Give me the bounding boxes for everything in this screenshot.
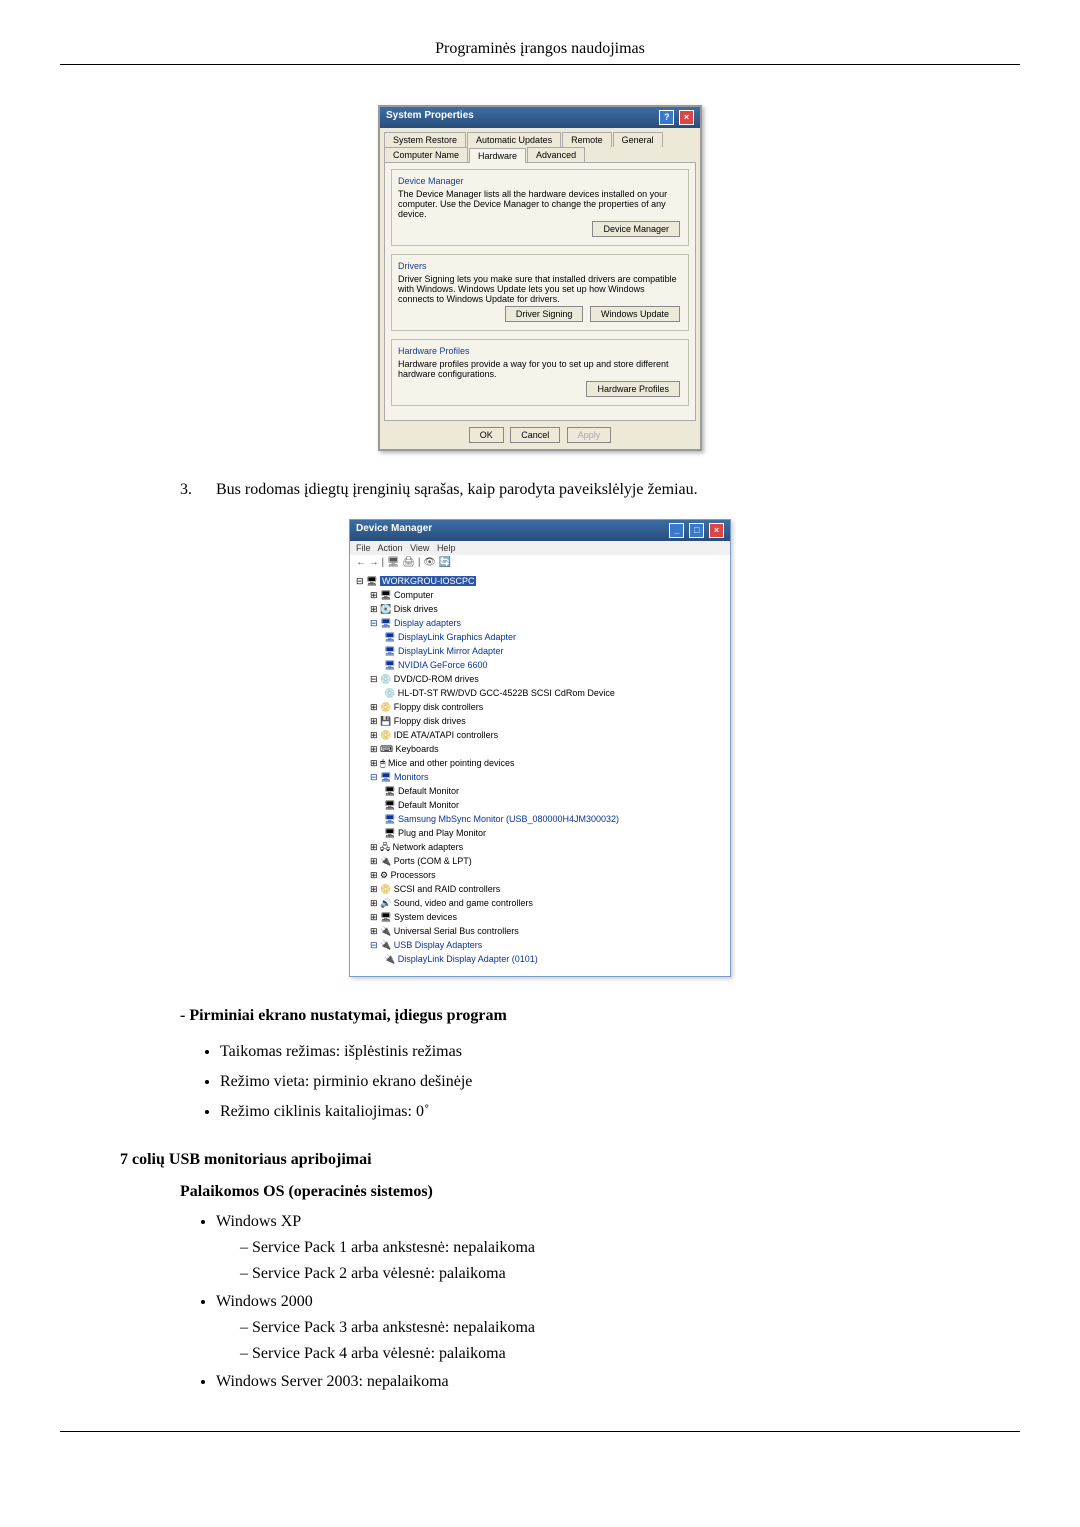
list-item: Režimo ciklinis kaitaliojimas: 0˚ (220, 1103, 1020, 1121)
tab-hardware[interactable]: Hardware (469, 148, 526, 163)
menu-file[interactable]: File (356, 543, 371, 553)
hardware-profiles-group: Hardware Profiles Hardware profiles prov… (391, 339, 689, 406)
page-header: Programinės įrangos naudojimas (60, 40, 1020, 65)
os-2000-sp4: – Service Pack 4 arba vėlesnė: palaikoma (240, 1345, 1020, 1363)
node-processors[interactable]: ⊞ ⚙ Processors (356, 868, 724, 882)
apply-button[interactable]: Apply (567, 427, 612, 443)
heading-supported-os: Palaikomos OS (operacinės sistemos) (180, 1183, 1020, 1201)
os-list: Windows XP – Service Pack 1 arba ankstes… (216, 1213, 1020, 1391)
node-samsung-monitor[interactable]: 🖥 Samsung MbSync Monitor (USB_080000H4JM… (356, 812, 724, 826)
initial-settings-list: Taikomas režimas: išplėstinis režimas Re… (220, 1043, 1020, 1121)
node-computer[interactable]: ⊞ 🖥 Computer (356, 588, 724, 602)
figure-system-properties: System Properties ? × System Restore Aut… (60, 105, 1020, 451)
node-floppy-drives[interactable]: ⊞ 💾 Floppy disk drives (356, 714, 724, 728)
figure-device-manager: Device Manager _ □ × File Action View He… (60, 519, 1020, 977)
cancel-button[interactable]: Cancel (510, 427, 560, 443)
os-xp: Windows XP – Service Pack 1 arba ankstes… (216, 1213, 1020, 1283)
node-sound[interactable]: ⊞ 🔊 Sound, video and game controllers (356, 896, 724, 910)
close-icon[interactable]: × (709, 523, 724, 538)
dm-group-title: Device Manager (398, 176, 682, 186)
node-ports[interactable]: ⊞ 🔌 Ports (COM & LPT) (356, 854, 724, 868)
os-server2003: Windows Server 2003: nepalaikoma (216, 1373, 1020, 1391)
node-dvd-device[interactable]: 💿 HL-DT-ST RW/DVD GCC-4522B SCSI CdRom D… (356, 686, 724, 700)
menu-help[interactable]: Help (437, 543, 456, 553)
close-icon[interactable]: × (679, 110, 694, 125)
node-mice[interactable]: ⊞ 🖱 Mice and other pointing devices (356, 756, 724, 770)
step-3-number: 3. (180, 481, 216, 499)
tab-general[interactable]: General (613, 132, 663, 147)
os-2000-sp3: – Service Pack 3 arba ankstesnė: nepalai… (240, 1319, 1020, 1337)
node-usb-display-adapters[interactable]: ⊟ 🔌 USB Display Adapters (356, 938, 724, 952)
list-item: Taikomas režimas: išplėstinis režimas (220, 1043, 1020, 1061)
node-displaylink-adapter[interactable]: 🔌 DisplayLink Display Adapter (0101) (356, 952, 724, 966)
device-manager-button[interactable]: Device Manager (592, 221, 680, 237)
drv-group-title: Drivers (398, 261, 682, 271)
sysprops-tabs: System Restore Automatic Updates Remote … (380, 128, 700, 162)
os-xp-sp2: – Service Pack 2 arba vėlesnė: palaikoma (240, 1265, 1020, 1283)
sysprops-titlebar: System Properties ? × (380, 107, 700, 128)
node-keyboards[interactable]: ⊞ ⌨ Keyboards (356, 742, 724, 756)
device-manager-group: Device Manager The Device Manager lists … (391, 169, 689, 246)
windows-update-button[interactable]: Windows Update (590, 306, 680, 322)
dm-text: The Device Manager lists all the hardwar… (398, 189, 682, 219)
titlebar-controls: ? × (657, 110, 694, 125)
dialog-buttons: OK Cancel Apply (384, 425, 696, 445)
tab-advanced[interactable]: Advanced (527, 147, 585, 162)
node-disk-drives[interactable]: ⊞ 💽 Disk drives (356, 602, 724, 616)
os-xp-sp1: – Service Pack 1 arba ankstesnė: nepalai… (240, 1239, 1020, 1257)
devmgr-menu: File Action View Help (350, 541, 730, 555)
os-2000: Windows 2000 – Service Pack 3 arba ankst… (216, 1293, 1020, 1363)
menu-view[interactable]: View (410, 543, 429, 553)
node-default-monitor-2[interactable]: 🖥 Default Monitor (356, 798, 724, 812)
ok-button[interactable]: OK (469, 427, 504, 443)
node-network[interactable]: ⊞ 🖧 Network adapters (356, 840, 724, 854)
maximize-icon[interactable]: □ (689, 523, 704, 538)
node-floppy-controllers[interactable]: ⊞ 📀 Floppy disk controllers (356, 700, 724, 714)
tree-root[interactable]: ⊟ 🖥 WORKGROU-IOSCPC (356, 574, 724, 588)
heading-limits: 7 colių USB monitoriaus apribojimai (120, 1151, 1020, 1169)
tab-system-restore[interactable]: System Restore (384, 132, 466, 147)
node-ide[interactable]: ⊞ 📀 IDE ATA/ATAPI controllers (356, 728, 724, 742)
hp-group-title: Hardware Profiles (398, 346, 682, 356)
node-display-adapters[interactable]: ⊟ 🖥 Display adapters (356, 616, 724, 630)
devmgr-titlebar: Device Manager _ □ × (350, 520, 730, 541)
menu-action[interactable]: Action (378, 543, 403, 553)
tab-remote[interactable]: Remote (562, 132, 612, 147)
help-icon[interactable]: ? (659, 110, 674, 125)
node-pnp-monitor[interactable]: 🖥 Plug and Play Monitor (356, 826, 724, 840)
step-3: 3. Bus rodomas įdiegtų įrenginių sąrašas… (180, 481, 900, 499)
node-usb-controllers[interactable]: ⊞ 🔌 Universal Serial Bus controllers (356, 924, 724, 938)
device-tree: ⊟ 🖥 WORKGROU-IOSCPC ⊞ 🖥 Computer ⊞ 💽 Dis… (350, 570, 730, 976)
node-scsi[interactable]: ⊞ 📀 SCSI and RAID controllers (356, 882, 724, 896)
driver-signing-button[interactable]: Driver Signing (505, 306, 584, 322)
hardware-profiles-button[interactable]: Hardware Profiles (586, 381, 680, 397)
devmgr-titlebar-controls: _ □ × (667, 523, 724, 538)
node-monitors[interactable]: ⊟ 🖥 Monitors (356, 770, 724, 784)
node-default-monitor-1[interactable]: 🖥 Default Monitor (356, 784, 724, 798)
drivers-group: Drivers Driver Signing lets you make sur… (391, 254, 689, 331)
drv-text: Driver Signing lets you make sure that i… (398, 274, 682, 304)
devmgr-title: Device Manager (356, 523, 432, 538)
list-item: Režimo vieta: pirminio ekrano dešinėje (220, 1073, 1020, 1091)
devmgr-toolbar: ← → | 🖥 🖨 | 👁 🔄 (350, 555, 730, 570)
node-nvidia[interactable]: 🖥 NVIDIA GeForce 6600 (356, 658, 724, 672)
node-displaylink-graphics[interactable]: 🖥 DisplayLink Graphics Adapter (356, 630, 724, 644)
sysprops-title: System Properties (386, 110, 474, 125)
tab-auto-updates[interactable]: Automatic Updates (467, 132, 561, 147)
minimize-icon[interactable]: _ (669, 523, 684, 538)
section-initial-settings: - Pirminiai ekrano nustatymai, įdiegus p… (180, 1007, 1020, 1025)
hp-text: Hardware profiles provide a way for you … (398, 359, 682, 379)
footer-rule (60, 1431, 1020, 1432)
node-system-devices[interactable]: ⊞ 🖥 System devices (356, 910, 724, 924)
node-displaylink-mirror[interactable]: 🖥 DisplayLink Mirror Adapter (356, 644, 724, 658)
node-dvd-cd[interactable]: ⊟ 💿 DVD/CD-ROM drives (356, 672, 724, 686)
tab-body: Device Manager The Device Manager lists … (384, 162, 696, 421)
tab-computer-name[interactable]: Computer Name (384, 147, 468, 162)
step-3-text: Bus rodomas įdiegtų įrenginių sąrašas, k… (216, 481, 900, 499)
